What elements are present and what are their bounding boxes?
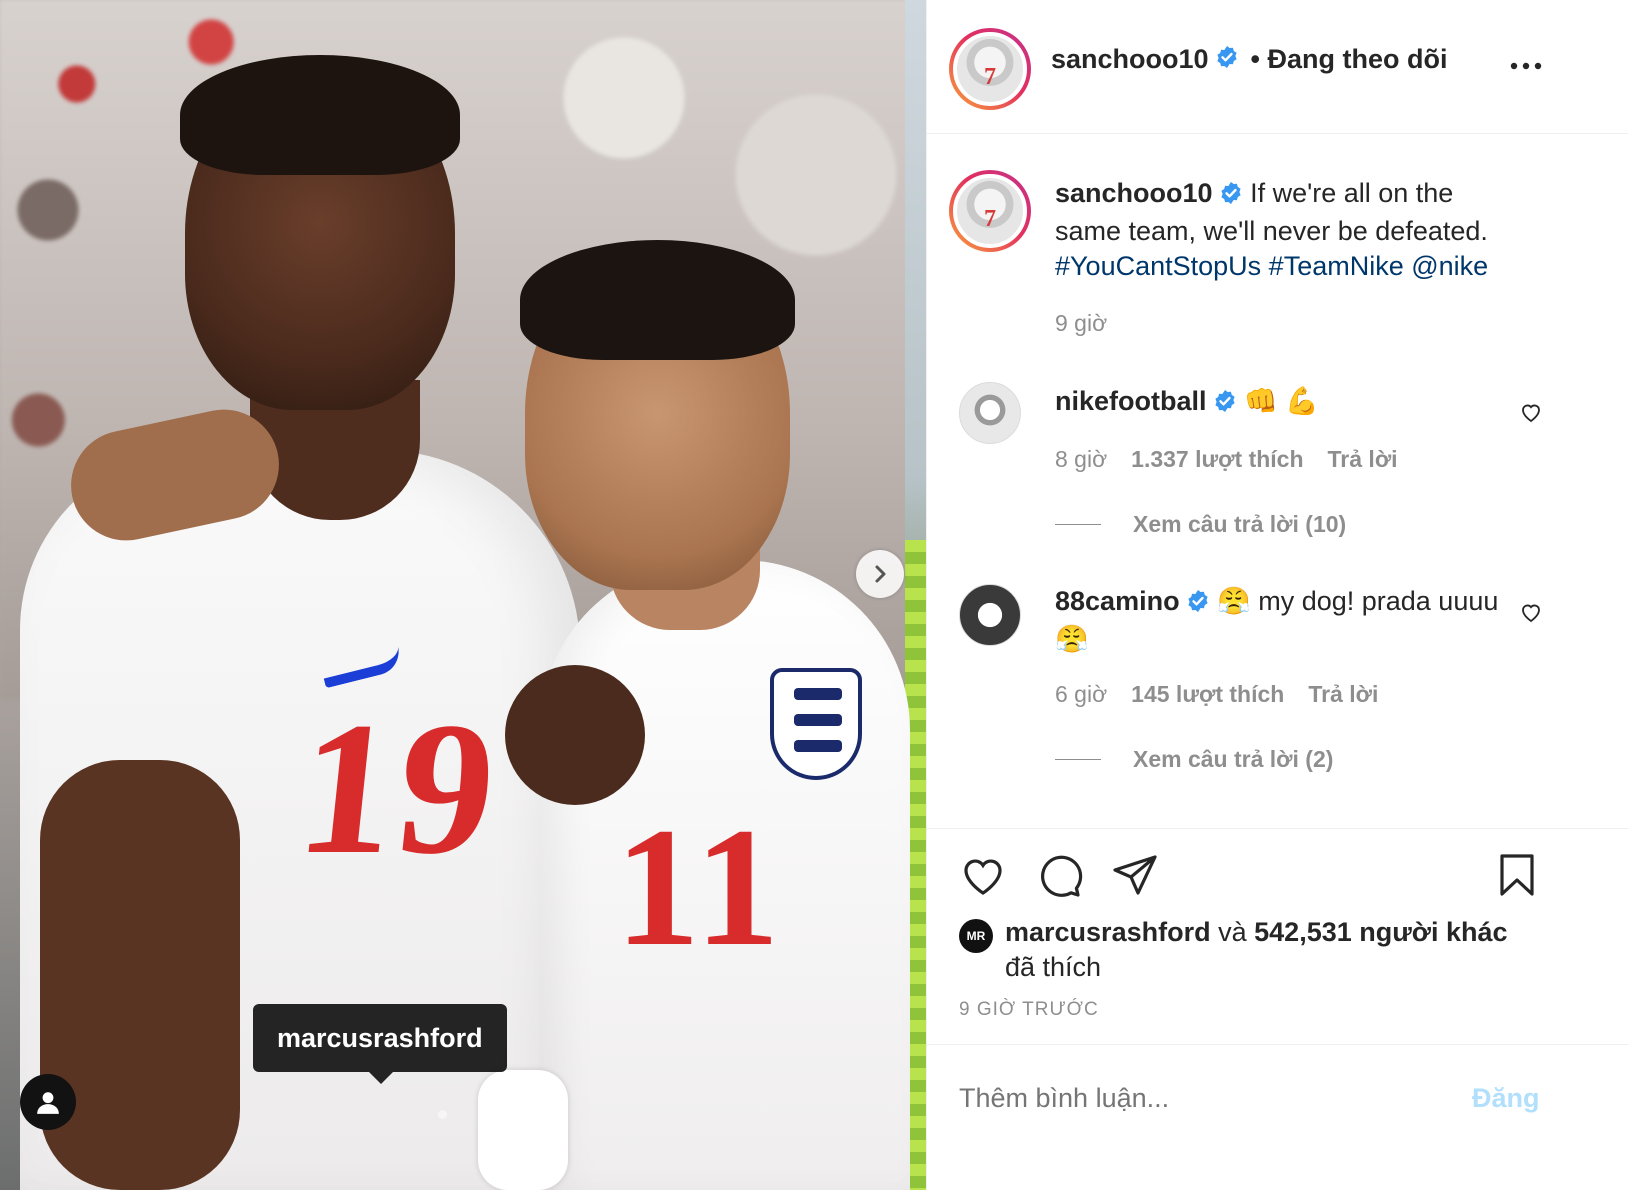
carousel-dot xyxy=(438,1110,447,1119)
commenter-avatar[interactable] xyxy=(959,584,1021,646)
view-replies-button[interactable]: Xem câu trả lời (2) xyxy=(1055,746,1333,773)
follow-status[interactable]: • Đang theo dõi xyxy=(1251,44,1448,75)
bookmark-icon xyxy=(1500,854,1534,896)
fist-on-shirt xyxy=(505,665,645,805)
send-icon xyxy=(1113,855,1157,895)
post-caption: sanchooo10 If we're all on the same team… xyxy=(1055,176,1525,284)
like-comment-button[interactable] xyxy=(1519,400,1543,429)
liker-username[interactable]: marcusrashford xyxy=(1005,917,1211,947)
user-icon xyxy=(37,1092,59,1114)
player-left-hair xyxy=(180,55,460,175)
add-comment-bar: Đăng xyxy=(927,1044,1628,1190)
caption-author-avatar[interactable] xyxy=(949,170,1031,252)
share-button[interactable] xyxy=(1111,851,1159,904)
replies-divider xyxy=(1055,524,1101,525)
heart-icon xyxy=(964,859,1002,895)
liked-by-summary: MR marcusrashford và 542,531 người khác … xyxy=(959,915,1605,985)
likes-others-link[interactable]: 542,531 người khác xyxy=(1254,917,1507,947)
likes-suffix: đã thích xyxy=(1005,952,1102,982)
player-right-hair xyxy=(520,240,795,360)
view-replies-label: Xem câu trả lời (2) xyxy=(1133,746,1334,772)
hashtag-link[interactable]: #TeamNike xyxy=(1269,251,1404,281)
comment-input[interactable] xyxy=(959,1083,1439,1114)
replies-divider xyxy=(1055,759,1101,760)
save-button[interactable] xyxy=(1493,851,1541,904)
like-comment-button[interactable] xyxy=(1519,600,1543,629)
chevron-right-icon xyxy=(875,565,886,583)
user-tags-button[interactable] xyxy=(20,1074,76,1130)
caption-time[interactable]: 9 giờ xyxy=(1055,310,1107,337)
comment-likes[interactable]: 1.337 lượt thích xyxy=(1131,446,1303,473)
comment-text: 👊 💪 xyxy=(1244,386,1319,416)
user-tag-label[interactable]: marcusrashford xyxy=(253,1004,507,1084)
comment-likes[interactable]: 145 lượt thích xyxy=(1131,681,1284,708)
comment-time[interactable]: 8 giờ xyxy=(1055,446,1107,473)
author-avatar[interactable] xyxy=(949,28,1031,110)
next-slide-button[interactable] xyxy=(856,550,904,598)
verified-badge-icon xyxy=(1219,179,1243,214)
post-actions-section: MR marcusrashford và 542,531 người khác … xyxy=(927,828,1628,1044)
hashtag-link[interactable]: #YouCantStopUs xyxy=(1055,251,1261,281)
heart-icon xyxy=(1522,404,1540,423)
like-button[interactable] xyxy=(959,851,1007,904)
commenter-username[interactable]: nikefootball xyxy=(1055,386,1207,416)
wristband xyxy=(478,1070,568,1190)
likes-conjunction: và xyxy=(1218,917,1247,947)
post-photo[interactable]: 19 11 marcusrashford xyxy=(0,0,960,1190)
view-replies-button[interactable]: Xem câu trả lời (10) xyxy=(1055,511,1346,538)
verified-badge-icon xyxy=(1213,387,1237,422)
post-comment-button[interactable]: Đăng xyxy=(1472,1083,1540,1114)
commenter-username[interactable]: 88camino xyxy=(1055,586,1180,616)
england-crest xyxy=(770,668,862,780)
heart-icon xyxy=(1522,604,1540,623)
jersey-number-19: 19 xyxy=(288,684,510,894)
author-username[interactable]: sanchooo10 xyxy=(1051,44,1209,75)
comment-time[interactable]: 6 giờ xyxy=(1055,681,1107,708)
post-timestamp[interactable]: 9 giờ trước xyxy=(959,999,1099,1021)
jersey-number-11: 11 xyxy=(615,793,784,981)
more-horizontal-icon xyxy=(1510,62,1542,70)
verified-badge-icon xyxy=(1186,587,1210,622)
post-side-panel: sanchooo10 • Đang theo dõi sanchooo10 If… xyxy=(926,0,1628,1190)
reply-button[interactable]: Trả lời xyxy=(1308,681,1378,708)
caption-username[interactable]: sanchooo10 xyxy=(1055,178,1213,208)
mention-link[interactable]: @nike xyxy=(1411,251,1488,281)
verified-badge-icon xyxy=(1215,45,1239,74)
post-header: sanchooo10 • Đang theo dõi xyxy=(927,0,1628,134)
comment-bubble-icon xyxy=(1041,855,1083,897)
more-options-button[interactable] xyxy=(1509,56,1543,81)
liker-avatar[interactable]: MR xyxy=(959,919,993,953)
reply-button[interactable]: Trả lời xyxy=(1328,446,1398,473)
player-left-arm xyxy=(40,760,240,1190)
view-replies-label: Xem câu trả lời (10) xyxy=(1133,511,1347,537)
comment-button[interactable] xyxy=(1035,851,1083,904)
commenter-avatar[interactable] xyxy=(959,382,1021,444)
